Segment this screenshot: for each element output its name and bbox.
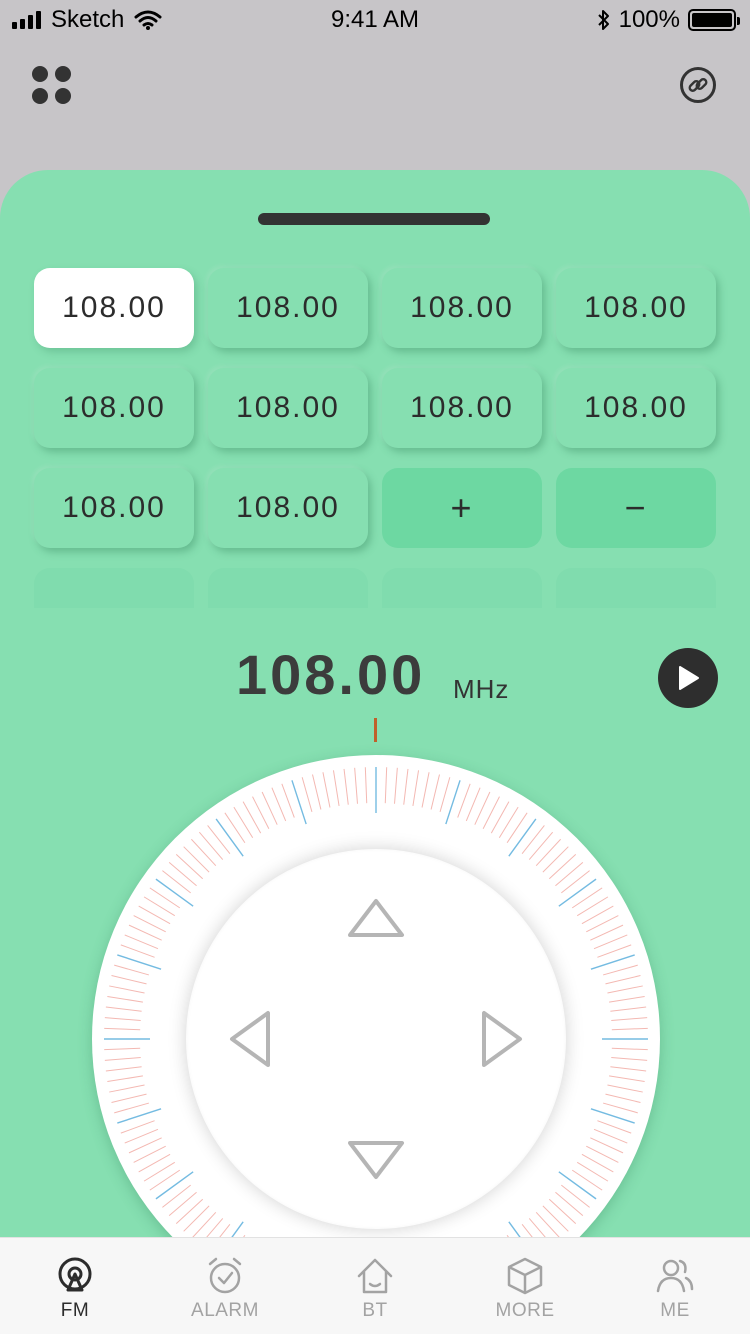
play-icon [679,666,699,690]
preset-button[interactable]: 108.00 [382,368,542,448]
menu-grid-button[interactable] [32,66,72,104]
preset-row-faded [382,568,542,608]
cube-icon [507,1257,543,1295]
preset-button[interactable]: 108.00 [556,368,716,448]
bluetooth-icon [597,10,609,30]
tab-label: ME [660,1300,690,1321]
tab-bar: FM ALARM BT MORE ME [0,1237,750,1334]
preset-button[interactable]: 108.00 [382,268,542,348]
tab-bt[interactable]: BT [300,1238,450,1334]
tab-alarm[interactable]: ALARM [150,1238,300,1334]
tuning-knob [186,849,566,1229]
radio-icon [58,1257,92,1292]
play-button[interactable] [658,648,718,708]
preset-row-faded [34,568,194,608]
battery-icon [688,9,740,31]
tab-more[interactable]: MORE [450,1238,600,1334]
preset-button[interactable]: 108.00 [34,268,194,348]
tune-right-icon[interactable] [480,1009,524,1069]
home-icon [357,1258,393,1294]
drag-handle[interactable] [258,213,490,225]
tuning-needle [374,718,377,742]
users-icon [656,1259,694,1293]
preset-row-faded [556,568,716,608]
tab-label: FM [60,1300,90,1321]
alarm-clock-icon [208,1257,242,1294]
status-right: 100% [597,6,740,34]
tune-up-icon[interactable] [346,897,406,939]
tune-down-icon[interactable] [346,1139,406,1181]
link-icon [688,78,708,92]
battery-percent: 100% [618,6,680,33]
current-frequency: 108.00 [236,643,426,706]
tab-fm[interactable]: FM [0,1238,150,1334]
status-bar: Sketch 9:41 AM 100% [0,0,750,40]
tab-label: MORE [495,1300,555,1321]
tune-left-icon[interactable] [228,1009,272,1069]
link-button[interactable] [680,67,716,103]
preset-button[interactable]: 108.00 [208,368,368,448]
tab-me[interactable]: ME [600,1238,750,1334]
preset-button[interactable]: 108.00 [34,368,194,448]
preset-button[interactable]: 108.00 [208,268,368,348]
frequency-unit: MHz [453,674,510,704]
preset-button[interactable]: 108.00 [556,268,716,348]
remove-preset-button[interactable]: − [556,468,716,548]
preset-row-faded [208,568,368,608]
add-preset-button[interactable]: + [382,468,542,548]
tab-label: ALARM [191,1300,259,1321]
preset-button[interactable]: 108.00 [34,468,194,548]
tab-label: BT [362,1300,388,1321]
radio-panel: 108.00 108.00 108.00 108.00 108.00 108.0… [0,170,750,1334]
preset-button[interactable]: 108.00 [208,468,368,548]
